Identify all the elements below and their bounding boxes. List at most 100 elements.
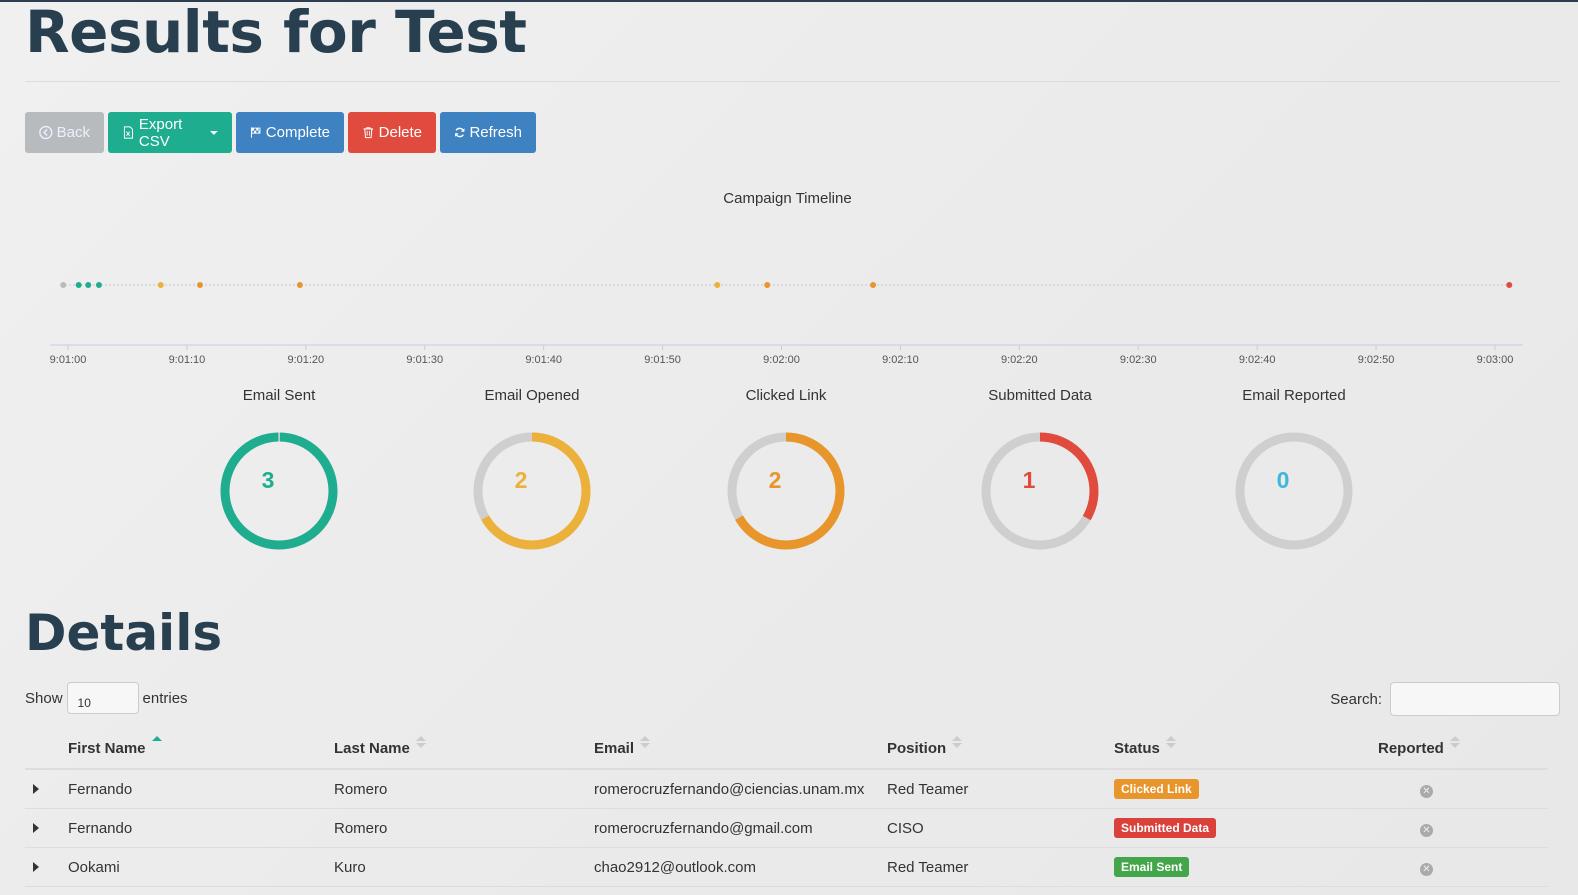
cell-last-name: Romero: [334, 808, 594, 848]
refresh-icon: [455, 127, 465, 138]
toolbar: Back Export CSV Complete Delete Refresh: [25, 112, 536, 153]
header-status[interactable]: Status: [1114, 728, 1378, 770]
timeline-event-point: [75, 282, 82, 288]
status-badge: Submitted Data: [1114, 818, 1217, 838]
cell-first-name: Ookami: [68, 847, 334, 887]
back-button[interactable]: Back: [25, 112, 104, 153]
donut-chart: 2: [473, 432, 591, 550]
table-header-row: First Name Last Name Email Position Stat…: [25, 728, 1548, 770]
timeline-event-point: [296, 282, 303, 288]
stat-email-sent: Email Sent 3: [199, 387, 359, 553]
caret-right-icon: [33, 822, 39, 833]
timeline-event-point: [870, 282, 877, 288]
donut-chart: 1: [981, 432, 1099, 550]
expand-row-toggle[interactable]: [25, 769, 68, 809]
flag-checkered-icon: [250, 127, 261, 138]
header-reported[interactable]: Reported: [1378, 728, 1548, 770]
axis-tick-label: 9:02:10: [882, 354, 919, 366]
delete-label: Delete: [378, 124, 422, 141]
show-label: Show: [25, 689, 63, 707]
donut-chart: 0: [1235, 432, 1353, 550]
cell-position: Red Teamer: [887, 769, 1114, 809]
export-csv-button[interactable]: Export CSV: [108, 112, 232, 153]
table-row[interactable]: Fernando Romero romerocruzfernando@gmail…: [25, 808, 1548, 848]
refresh-button[interactable]: Refresh: [440, 112, 536, 153]
cell-first-name: Fernando: [68, 769, 334, 809]
stat-clicked-link: Clicked Link 2: [706, 387, 866, 553]
axis-tick-label: 9:02:40: [1239, 354, 1276, 366]
stat-label: Email Opened: [484, 387, 580, 404]
donut-chart: 2: [727, 432, 845, 550]
axis-tick-label: 9:01:10: [169, 354, 206, 366]
results-table: First Name Last Name Email Position Stat…: [25, 728, 1548, 887]
stat-value: 1: [1023, 467, 1036, 493]
stat-label: Clicked Link: [745, 387, 827, 404]
expand-row-toggle[interactable]: [25, 808, 68, 848]
cell-email: chao2912@outlook.com: [594, 847, 887, 887]
timeline-event-point: [95, 282, 102, 288]
cell-status: Clicked Link: [1114, 769, 1378, 809]
cell-status: Submitted Data: [1114, 808, 1378, 848]
stat-email-opened: Email Opened 2: [452, 387, 612, 553]
divider: [25, 81, 1560, 82]
axis-tick-label: 9:01:50: [644, 354, 681, 366]
axis-tick-label: 9:01:30: [406, 354, 443, 366]
status-badge: Clicked Link: [1114, 779, 1199, 799]
timeline-event-point: [714, 282, 721, 288]
axis-tick-label: 9:02:50: [1358, 354, 1395, 366]
stat-email-reported: Email Reported 0: [1214, 387, 1374, 553]
cell-reported: ✕: [1378, 847, 1548, 887]
trash-icon: [363, 127, 374, 139]
times-circle-icon: ✕: [1420, 862, 1433, 876]
cell-last-name: Kuro: [334, 847, 594, 887]
axis-tick-label: 9:01:40: [525, 354, 562, 366]
entries-select[interactable]: 10: [66, 682, 139, 714]
timeline-event-point: [60, 282, 67, 288]
file-excel-icon: [123, 126, 133, 139]
export-label: Export CSV: [138, 115, 183, 150]
cell-email: romerocruzfernando@gmail.com: [594, 808, 887, 848]
complete-button[interactable]: Complete: [236, 112, 344, 153]
axis-tick-label: 9:02:20: [1001, 354, 1038, 366]
delete-button[interactable]: Delete: [348, 112, 436, 153]
timeline-event-point: [764, 282, 771, 288]
caret-right-icon: [33, 861, 39, 872]
stat-value: 2: [515, 467, 528, 493]
expand-column-header: [25, 728, 68, 770]
donut-arc: [220, 432, 338, 550]
back-label: Back: [56, 124, 90, 141]
refresh-label: Refresh: [469, 124, 522, 141]
header-position[interactable]: Position: [887, 728, 1114, 770]
timeline-title: Campaign Timeline: [723, 190, 852, 207]
cell-reported: ✕: [1378, 769, 1548, 809]
expand-row-toggle[interactable]: [25, 847, 68, 887]
stat-value: 2: [769, 467, 782, 493]
axis-tick-label: 9:01:20: [287, 354, 324, 366]
cell-last-name: Romero: [334, 769, 594, 809]
header-last-name[interactable]: Last Name: [334, 728, 594, 770]
search-label: Search:: [1330, 690, 1382, 708]
entries-control: Show 10 entries: [25, 682, 188, 714]
stat-label: Submitted Data: [988, 387, 1092, 404]
timeline-event-point: [85, 282, 92, 288]
cell-position: Red Teamer: [887, 847, 1114, 887]
axis-tick-label: 9:02:00: [763, 354, 800, 366]
header-first-name[interactable]: First Name: [68, 728, 334, 770]
header-email[interactable]: Email: [594, 728, 887, 770]
search-input[interactable]: [1390, 682, 1560, 716]
cell-email: romerocruzfernando@ciencias.unam.mx: [594, 769, 887, 809]
times-circle-icon: ✕: [1420, 823, 1433, 837]
timeline-event-point: [1506, 282, 1513, 288]
caret-right-icon: [33, 783, 39, 794]
axis-tick-label: 9:01:00: [50, 354, 87, 366]
stat-value: 0: [1277, 467, 1290, 493]
table-row[interactable]: Ookami Kuro chao2912@outlook.com Red Tea…: [25, 847, 1548, 887]
arrow-circle-left-icon: [39, 125, 53, 140]
page-title: Results for Test: [25, 0, 527, 66]
cell-first-name: Fernando: [68, 808, 334, 848]
timeline-event-point: [196, 282, 203, 288]
table-row[interactable]: Fernando Romero romerocruzfernando@cienc…: [25, 769, 1548, 809]
caret-down-icon: [210, 130, 218, 135]
details-heading: Details: [25, 604, 223, 662]
stat-label: Email Sent: [242, 387, 316, 404]
